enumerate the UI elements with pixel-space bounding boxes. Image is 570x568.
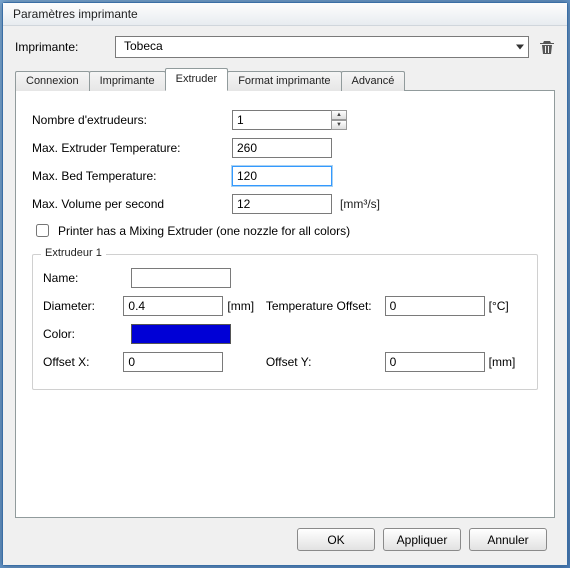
unit-diameter: [mm] <box>227 299 265 313</box>
window-title: Paramètres imprimante <box>13 7 138 21</box>
row-num-extruders: Nombre d'extrudeurs: ▲ ▼ <box>32 109 538 131</box>
tab-advance[interactable]: Advancé <box>341 71 406 91</box>
group-legend: Extrudeur 1 <box>41 247 106 259</box>
tab-connexion[interactable]: Connexion <box>15 71 90 91</box>
spinner-up-button[interactable]: ▲ <box>331 110 347 120</box>
input-offset-x[interactable] <box>123 352 223 372</box>
unit-max-vol-sec: [mm³/s] <box>340 197 380 211</box>
window-titlebar: Paramètres imprimante <box>3 3 567 26</box>
printer-select-row: Imprimante: Tobeca <box>15 36 555 58</box>
cancel-button[interactable]: Annuler <box>469 528 547 551</box>
row-mixing-check: Printer has a Mixing Extruder (one nozzl… <box>32 221 538 240</box>
row-offsets: Offset X: Offset Y: [mm] <box>43 351 527 373</box>
row-diameter-temp: Diameter: [mm] Temperature Offset: [°C] <box>43 295 527 317</box>
input-name[interactable] <box>131 268 231 288</box>
group-extruder-1: Extrudeur 1 Name: Diameter: [mm] Tempera… <box>32 254 538 390</box>
label-max-vol-sec: Max. Volume per second <box>32 197 232 211</box>
label-max-bed-temp: Max. Bed Temperature: <box>32 169 232 183</box>
row-color: Color: <box>43 323 527 345</box>
label-temp-offset: Temperature Offset: <box>266 299 385 313</box>
input-diameter[interactable] <box>123 296 223 316</box>
label-offset-y: Offset Y: <box>266 355 385 369</box>
tab-bar: Connexion Imprimante Extruder Format imp… <box>15 66 555 90</box>
extruder-panel: Nombre d'extrudeurs: ▲ ▼ Max. Extruder T… <box>15 90 555 518</box>
label-num-extruders: Nombre d'extrudeurs: <box>32 113 232 127</box>
label-offset-x: Offset X: <box>43 355 123 369</box>
input-max-bed-temp[interactable] <box>232 166 332 186</box>
label-mixing-extruder: Printer has a Mixing Extruder (one nozzl… <box>58 224 350 238</box>
chevron-down-icon <box>516 45 524 50</box>
apply-button[interactable]: Appliquer <box>383 528 461 551</box>
tab-imprimante[interactable]: Imprimante <box>89 71 166 91</box>
label-max-ext-temp: Max. Extruder Temperature: <box>32 141 232 155</box>
spinner-num-extruders: ▲ ▼ <box>331 110 347 130</box>
row-max-ext-temp: Max. Extruder Temperature: <box>32 137 538 159</box>
input-max-vol-sec[interactable] <box>232 194 332 214</box>
checkbox-mixing-extruder[interactable] <box>36 224 49 237</box>
row-max-vol-sec: Max. Volume per second [mm³/s] <box>32 193 538 215</box>
color-swatch[interactable] <box>131 324 231 344</box>
ok-button[interactable]: OK <box>297 528 375 551</box>
printer-settings-window: Paramètres imprimante Imprimante: Tobeca… <box>2 2 568 566</box>
printer-selected-value: Tobeca <box>124 39 163 53</box>
unit-offset-y: [mm] <box>489 355 527 369</box>
spinner-down-button[interactable]: ▼ <box>331 120 347 130</box>
row-name: Name: <box>43 267 527 289</box>
tab-extruder[interactable]: Extruder <box>165 68 229 91</box>
unit-temp-offset: [°C] <box>489 299 527 313</box>
input-max-ext-temp[interactable] <box>232 138 332 158</box>
label-name: Name: <box>43 271 131 285</box>
delete-printer-button[interactable] <box>539 39 555 55</box>
printer-combobox[interactable]: Tobeca <box>115 36 529 58</box>
window-content: Imprimante: Tobeca Connexion Imprimante … <box>3 26 567 565</box>
label-diameter: Diameter: <box>43 299 123 313</box>
row-max-bed-temp: Max. Bed Temperature: <box>32 165 538 187</box>
input-num-extruders[interactable] <box>232 110 332 130</box>
dialog-button-bar: OK Appliquer Annuler <box>15 518 555 561</box>
printer-label: Imprimante: <box>15 40 105 54</box>
tab-format-imprimante[interactable]: Format imprimante <box>227 71 341 91</box>
input-temp-offset[interactable] <box>385 296 485 316</box>
input-offset-y[interactable] <box>385 352 485 372</box>
label-color: Color: <box>43 327 131 341</box>
